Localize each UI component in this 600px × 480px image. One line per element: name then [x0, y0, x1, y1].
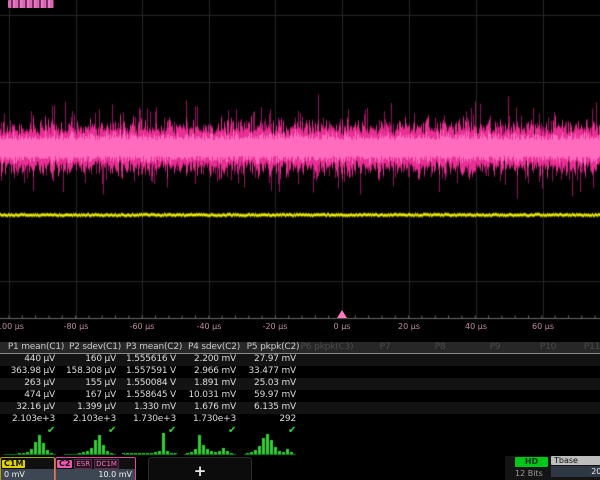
measure-value: 2.966 mV — [194, 366, 236, 376]
time-axis-label-7: 40 µs — [465, 322, 487, 331]
c1-volts-per-div: 0 mV — [1, 469, 54, 480]
histicon-p3[interactable] — [122, 433, 178, 457]
channel-c1-descriptor[interactable]: C1M 0 mV — [0, 457, 55, 480]
measure-value: 2.103e+3 — [12, 414, 55, 424]
param-header-4[interactable]: P4 sdev(C2) — [188, 342, 240, 352]
hd-mode-chip[interactable]: HD — [515, 457, 548, 467]
measure-value: 59.97 mV — [254, 390, 296, 400]
time-axis-label-4: -20 µs — [263, 322, 288, 331]
measure-value: 158.308 µV — [66, 366, 116, 376]
c2-coupling-badge: DC1M — [94, 459, 119, 469]
c2-volts-per-div: 10.0 mV — [56, 469, 135, 480]
time-axis-label-6: 20 µs — [398, 322, 420, 331]
hd-bits-label: 12 Bits — [515, 469, 543, 478]
param-header-2[interactable]: P2 sdev(C1) — [69, 342, 121, 352]
measure-value: 1.558645 V — [126, 390, 176, 400]
measure-value: 155 µV — [85, 378, 116, 388]
top-left-annotation-badge — [8, 0, 54, 8]
measure-stat-row-5: 2.103e+3 2.103e+3 1.730e+3 1.730e+3 292 — [0, 414, 600, 426]
measure-value: 10.031 mV — [189, 390, 236, 400]
measure-stat-row-3: 474 µV 167 µV 1.558645 V 10.031 mV 59.97 mV — [0, 390, 600, 402]
measure-stat-row-1: 363.98 µV 158.308 µV 1.557591 V 2.966 mV 33.… — [0, 366, 600, 378]
c2-esr-badge: ESR — [74, 459, 92, 469]
histicon-p1[interactable] — [2, 433, 58, 457]
acquisition-panel: HD 12 Bits Tbase 20.0 — [505, 456, 600, 480]
param-header-6[interactable]: P6 pkpk(C3) — [301, 342, 354, 352]
measure-value: 1.550084 V — [126, 378, 176, 388]
measure-stat-row-4: 32.16 µV 1.399 µV 1.330 mV 1.676 mV 6.135 mV — [0, 402, 600, 414]
measure-value: 1.330 mV — [134, 402, 176, 412]
bottom-descriptor-bar: C1M 0 mV C2 ESR DC1M 10.0 mV + HD 12 Bit… — [0, 456, 600, 480]
timebase-chip: Tbase — [551, 456, 600, 465]
param-header-11[interactable]: P11 — [584, 342, 600, 352]
time-axis-label-0: -100 µs — [0, 322, 24, 331]
channel-c2-descriptor[interactable]: C2 ESR DC1M 10.0 mV — [55, 457, 136, 480]
time-axis-label-5: 0 µs — [334, 322, 351, 331]
measure-value: 2.200 mV — [194, 354, 236, 364]
measure-value: 1.730e+3 — [133, 414, 176, 424]
measure-value: 1.730e+3 — [193, 414, 236, 424]
measure-value: 292 — [279, 414, 296, 424]
plus-icon: + — [194, 462, 207, 480]
histicon-p2[interactable] — [62, 433, 118, 457]
param-header-9[interactable]: P9 — [490, 342, 501, 352]
measure-value: 363.98 µV — [11, 366, 55, 376]
waveform-grid[interactable] — [0, 0, 600, 340]
c1-chip: C1M — [2, 460, 25, 468]
histicon-p5[interactable] — [242, 433, 298, 457]
measure-table-header: P1 mean(C1) P2 sdev(C1) P3 mean(C2) P4 sdev… — [0, 342, 600, 354]
measure-value: 1.557591 V — [126, 366, 176, 376]
measure-value: 2.103e+3 — [73, 414, 116, 424]
measure-value: 1.676 mV — [194, 402, 236, 412]
time-axis-label-1: -80 µs — [64, 322, 89, 331]
param-header-10[interactable]: P10 — [540, 342, 556, 352]
timebase-value: 20.0 — [551, 466, 600, 477]
measure-value: 1.399 µV — [77, 402, 116, 412]
measure-value: 160 µV — [85, 354, 116, 364]
time-axis-label-8: 60 µs — [532, 322, 554, 331]
measure-value: 263 µV — [24, 378, 55, 388]
measure-stat-row-0: 440 µV 160 µV 1.555616 V 2.200 mV 27.97 mV — [0, 354, 600, 366]
param-header-3[interactable]: P3 mean(C2) — [126, 342, 182, 352]
measure-value: 440 µV — [24, 354, 55, 364]
param-header-1[interactable]: P1 mean(C1) — [8, 342, 64, 352]
trigger-position-marker[interactable] — [337, 310, 347, 318]
param-header-5[interactable]: P5 pkpk(C2) — [247, 342, 300, 352]
measurement-table: P1 mean(C1) P2 sdev(C1) P3 mean(C2) P4 sdev… — [0, 342, 600, 435]
measure-value: 32.16 µV — [16, 402, 55, 412]
c2-chip: C2 — [57, 460, 72, 468]
measure-value: 1.555616 V — [126, 354, 176, 364]
measure-value: 167 µV — [85, 390, 116, 400]
measure-value: 1.891 mV — [194, 378, 236, 388]
measure-value: 33.477 mV — [249, 366, 296, 376]
histicon-p4[interactable] — [182, 433, 238, 457]
measure-value: 27.97 mV — [254, 354, 296, 364]
add-trace-button[interactable]: + — [148, 457, 252, 480]
measure-value: 6.135 mV — [254, 402, 296, 412]
measure-stat-row-2: 263 µV 155 µV 1.550084 V 1.891 mV 25.03 mV — [0, 378, 600, 390]
timebase-descriptor[interactable]: Tbase 20.0 — [551, 456, 600, 480]
oscilloscope-screen: -100 µs -80 µs -60 µs -40 µs -20 µs 0 µs 20 µs… — [0, 0, 600, 480]
time-axis-label-2: -60 µs — [130, 322, 155, 331]
param-header-8[interactable]: P8 — [435, 342, 446, 352]
measure-value: 25.03 mV — [254, 378, 296, 388]
measure-value: 474 µV — [24, 390, 55, 400]
time-axis-label-3: -40 µs — [197, 322, 222, 331]
param-header-7[interactable]: P7 — [380, 342, 391, 352]
